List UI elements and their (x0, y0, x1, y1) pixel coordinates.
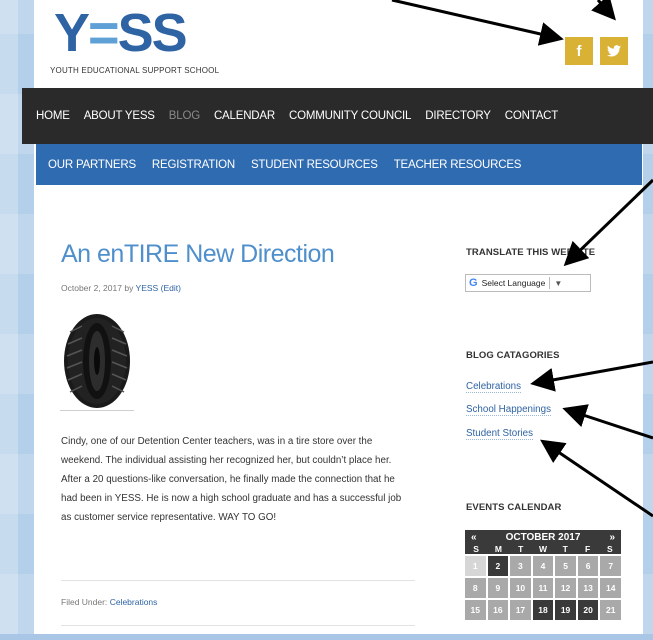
site-logo[interactable]: Y=SS (54, 6, 188, 60)
calendar-day[interactable]: 13 (577, 578, 599, 598)
nav-item-calendar[interactable]: CALENDAR (214, 110, 275, 122)
events-widget-title: EVENTS CALENDAR (466, 502, 562, 513)
calendar-weekday: T (562, 544, 568, 554)
filed-category-link[interactable]: Celebrations (110, 597, 158, 607)
events-calendar: « OCTOBER 2017 » SMTWTFS 1 2 3 4 5 6 7 8 9 10 11 12… (465, 530, 621, 640)
nav-item-home[interactable]: HOME (36, 110, 70, 122)
primary-nav: HOME ABOUT YESS BLOG CALENDAR COMMUNITY COUN… (22, 88, 653, 144)
image-caption-line (60, 410, 134, 411)
tire-image (64, 314, 130, 408)
category-link-student-stories[interactable]: Student Stories (466, 428, 533, 440)
language-select[interactable]: G Select Language ▼ (465, 274, 591, 292)
google-icon: G (469, 277, 478, 289)
calendar-weekday: S (607, 544, 613, 554)
calendar-day[interactable]: 10 (510, 578, 531, 598)
twitter-bird-icon (607, 45, 621, 57)
calendar-day[interactable]: 18 (532, 600, 554, 620)
calendar-month-label: OCTOBER 2017 (505, 531, 581, 543)
twitter-icon[interactable] (600, 37, 628, 65)
subnav-item-teacher-resources[interactable]: TEACHER RESOURCES (394, 159, 522, 171)
calendar-day[interactable]: 5 (555, 556, 576, 576)
translate-widget-title: TRANSLATE THIS WEBSITE (466, 247, 596, 258)
calendar-day[interactable]: 12 (555, 578, 576, 598)
calendar-next-button[interactable]: » (609, 532, 615, 543)
category-link-school-happenings[interactable]: School Happenings (466, 404, 551, 416)
calendar-day[interactable]: 9 (487, 578, 509, 598)
calendar-weekday: S (473, 544, 479, 554)
post-meta: October 2, 2017 by YESS (Edit) (61, 283, 181, 293)
calendar-day[interactable]: 19 (555, 600, 576, 620)
subnav-item-student-resources[interactable]: STUDENT RESOURCES (251, 159, 378, 171)
calendar-day[interactable]: 14 (600, 578, 621, 598)
select-separator (549, 277, 551, 289)
post-by: by (124, 283, 134, 293)
calendar-day[interactable]: 8 (465, 578, 486, 598)
post-author-link[interactable]: YESS (136, 283, 159, 293)
calendar-day[interactable]: 16 (487, 600, 509, 620)
category-link-celebrations[interactable]: Celebrations (466, 381, 522, 393)
calendar-day[interactable]: 20 (577, 600, 599, 620)
nav-item-blog[interactable]: BLOG (169, 110, 200, 122)
chevron-down-icon: ▼ (554, 278, 563, 288)
language-select-label: Select Language (481, 278, 546, 288)
calendar-weekday: M (494, 544, 502, 554)
post-filed-under: Filed Under: Celebrations (61, 597, 157, 607)
nav-item-contact[interactable]: CONTACT (505, 110, 559, 122)
post-edit-link[interactable]: (Edit) (161, 283, 181, 293)
calendar-day[interactable]: 3 (510, 556, 531, 576)
secondary-nav: OUR PARTNERS REGISTRATION STUDENT RESOURCE… (36, 144, 642, 185)
subnav-item-our-partners[interactable]: OUR PARTNERS (48, 159, 136, 171)
categories-widget-title: BLOG CATAGORIES (466, 350, 560, 361)
calendar-day[interactable]: 17 (510, 600, 531, 620)
calendar-header: « OCTOBER 2017 » (465, 530, 621, 544)
post-divider-bottom (61, 625, 415, 626)
calendar-day[interactable]: 7 (600, 556, 621, 576)
post-divider (61, 580, 415, 581)
calendar-weekdays: SMTWTFS (465, 544, 621, 554)
post-title[interactable]: An enTIRE New Direction (61, 240, 335, 269)
site-header: Y=SS YOUTH EDUCATIONAL SUPPORT SCHOOL f (34, 0, 643, 88)
calendar-weekday: W (538, 544, 547, 554)
calendar-grid: 1 2 3 4 5 6 7 8 9 10 11 12 13 14 15 16 17 18 19 20 21 (465, 556, 621, 620)
post-date: October 2, 2017 (61, 283, 122, 293)
calendar-day[interactable]: 4 (532, 556, 554, 576)
calendar-weekday: F (584, 544, 591, 554)
post-body: Cindy, one of our Detention Center teach… (61, 436, 402, 523)
calendar-prev-button[interactable]: « (471, 532, 477, 543)
filed-under-label: Filed Under: (61, 597, 108, 607)
calendar-day[interactable]: 2 (487, 556, 509, 576)
calendar-weekday: T (518, 544, 524, 554)
calendar-day[interactable]: 11 (532, 578, 554, 598)
nav-item-about-yess[interactable]: ABOUT YESS (84, 110, 155, 122)
calendar-day[interactable]: 6 (577, 556, 599, 576)
calendar-day[interactable]: 1 (465, 556, 486, 576)
calendar-day[interactable]: 15 (465, 600, 486, 620)
subnav-item-registration[interactable]: REGISTRATION (152, 159, 235, 171)
logo-tagline: YOUTH EDUCATIONAL SUPPORT SCHOOL (50, 66, 220, 75)
calendar-day[interactable]: 21 (600, 600, 621, 620)
facebook-icon[interactable]: f (565, 37, 593, 65)
page-container: Y=SS YOUTH EDUCATIONAL SUPPORT SCHOOL f … (22, 0, 653, 634)
nav-item-community-council[interactable]: COMMUNITY COUNCIL (289, 110, 411, 122)
nav-item-directory[interactable]: DIRECTORY (425, 110, 491, 122)
